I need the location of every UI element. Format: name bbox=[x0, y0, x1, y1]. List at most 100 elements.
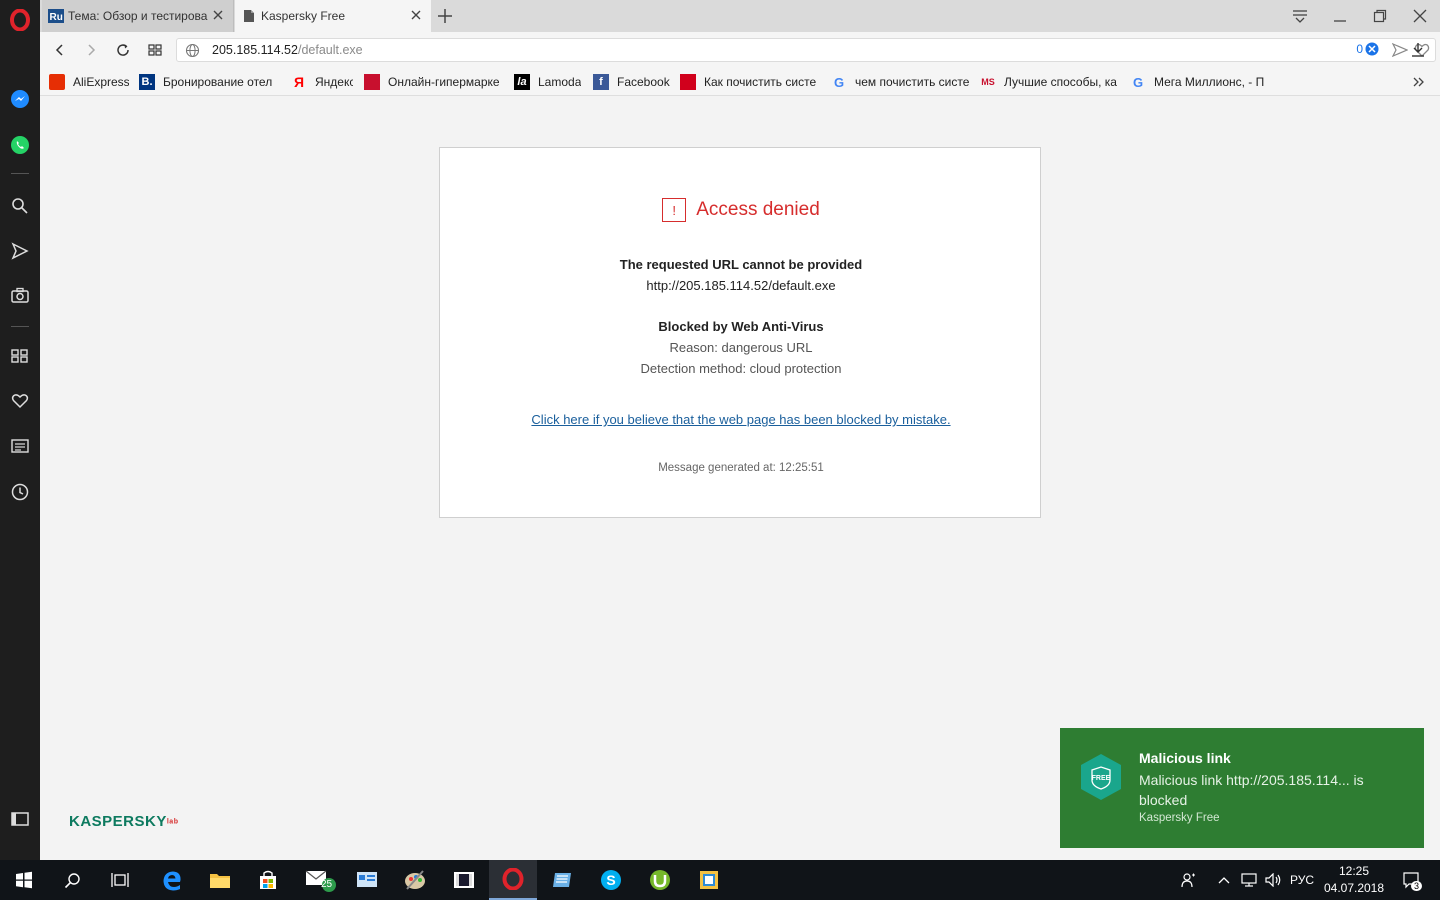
send-to-flow-icon[interactable] bbox=[1392, 43, 1408, 57]
flow-send-icon[interactable] bbox=[0, 233, 40, 269]
red-site-icon bbox=[680, 74, 696, 90]
reload-icon[interactable] bbox=[112, 39, 134, 61]
bookmark-label: Яндекс bbox=[315, 75, 353, 89]
bookmark-hypermarket[interactable]: Онлайн-гипермарке bbox=[364, 73, 500, 91]
close-tab-icon[interactable] bbox=[211, 8, 225, 22]
sidebar bbox=[0, 0, 40, 860]
svg-text:Ru: Ru bbox=[50, 12, 63, 23]
windows-taskbar: 25 S РУС 12:25 04.07.2018 3 bbox=[0, 860, 1440, 900]
tab-forum[interactable]: Ru Тема: Обзор и тестирова bbox=[42, 0, 234, 32]
new-tab-plus-icon[interactable] bbox=[435, 6, 455, 26]
task-view-icon[interactable] bbox=[96, 860, 144, 900]
minimize-icon[interactable] bbox=[1320, 0, 1360, 32]
bookmark-lamoda[interactable]: la Lamoda bbox=[514, 73, 584, 91]
bookmark-mega-millions[interactable]: G Мега Миллионс, - П bbox=[1130, 73, 1268, 91]
bookmark-best-ways[interactable]: MS Лучшие способы, ка bbox=[980, 73, 1118, 91]
news-icon[interactable] bbox=[0, 428, 40, 464]
bookmark-google-search[interactable]: G чем почистить систе bbox=[831, 73, 969, 91]
clock-time: 12:25 bbox=[1338, 864, 1370, 878]
yandex-icon: Я bbox=[293, 74, 305, 90]
facebook-icon: f bbox=[593, 74, 609, 90]
report-mistake-link[interactable]: Click here if you believe that the web p… bbox=[440, 412, 1042, 427]
logo-suffix: lab bbox=[166, 818, 179, 826]
file-explorer-folder-icon[interactable] bbox=[196, 860, 244, 900]
clock-date: 04.07.2018 bbox=[1323, 881, 1385, 895]
edge-browser-icon[interactable] bbox=[148, 860, 196, 900]
document-icon bbox=[241, 9, 257, 23]
store-bag-icon[interactable] bbox=[244, 860, 292, 900]
notes-app-icon[interactable] bbox=[538, 860, 586, 900]
kaspersky-logo: KASPERSKYlab bbox=[69, 813, 178, 830]
navigation-bar: 205.185.114.52/default.exe 0 bbox=[40, 32, 1440, 68]
bookmark-label: Lamoda bbox=[538, 75, 582, 89]
malicious-link-notification[interactable]: FREE Malicious link Malicious link http:… bbox=[1060, 728, 1424, 848]
opera-menu-icon[interactable] bbox=[0, 2, 40, 38]
downloads-icon[interactable] bbox=[1407, 39, 1429, 61]
history-clock-icon[interactable] bbox=[0, 474, 40, 510]
utorrent-icon[interactable] bbox=[636, 860, 684, 900]
document-viewer-icon[interactable] bbox=[685, 860, 733, 900]
google-icon: G bbox=[1132, 74, 1144, 90]
restore-icon[interactable] bbox=[1360, 0, 1400, 32]
tab-menu-icon[interactable] bbox=[1280, 0, 1320, 32]
logo-text: KASPERSKY bbox=[69, 813, 167, 830]
tab-kaspersky[interactable]: Kaspersky Free bbox=[235, 0, 431, 32]
control-panel-icon[interactable] bbox=[343, 860, 391, 900]
taskbar-search-icon[interactable] bbox=[48, 860, 96, 900]
opera-taskbar-icon[interactable] bbox=[489, 860, 537, 900]
address-bar[interactable]: 205.185.114.52/default.exe 0 bbox=[176, 38, 1436, 62]
bookmark-label: Как почистить систе bbox=[704, 75, 817, 89]
forward-arrow-icon[interactable] bbox=[80, 39, 102, 61]
url-text[interactable]: 205.185.114.52/default.exe bbox=[212, 43, 363, 57]
bookmarks-heart-icon[interactable] bbox=[0, 383, 40, 419]
adblock-counter[interactable]: 0 bbox=[1356, 42, 1379, 56]
bookmark-facebook[interactable]: f Facebook bbox=[593, 73, 671, 91]
bookmark-label: AliExpress bbox=[73, 75, 129, 89]
access-denied-header: ! Access denied bbox=[440, 198, 1042, 222]
globe-icon bbox=[185, 43, 200, 58]
notification-source: Kaspersky Free bbox=[1139, 812, 1220, 824]
close-tab-icon[interactable] bbox=[409, 8, 423, 22]
ru-board-icon: Ru bbox=[48, 9, 64, 23]
bookmark-aliexpress[interactable]: AliExpress bbox=[49, 73, 129, 91]
language-indicator[interactable]: РУС bbox=[1288, 860, 1316, 900]
paint-palette-icon[interactable] bbox=[391, 860, 439, 900]
volume-icon[interactable] bbox=[1262, 860, 1284, 900]
svg-text:S: S bbox=[606, 872, 615, 888]
bookmark-booking[interactable]: B. Бронирование отел bbox=[139, 73, 277, 91]
search-icon[interactable] bbox=[0, 188, 40, 224]
ms-icon: MS bbox=[981, 77, 995, 87]
start-windows-icon[interactable] bbox=[0, 860, 48, 900]
tabs-grid-icon[interactable] bbox=[144, 39, 166, 61]
action-center-icon[interactable]: 3 bbox=[1396, 860, 1426, 900]
tray-chevron-up-icon[interactable] bbox=[1214, 860, 1234, 900]
network-icon[interactable] bbox=[1238, 860, 1260, 900]
sidebar-toggle-icon[interactable] bbox=[0, 801, 40, 837]
bookmark-clean-system[interactable]: Как почистить систе bbox=[680, 73, 818, 91]
requested-url: http://205.185.114.52/default.exe bbox=[646, 278, 836, 293]
mail-app-icon[interactable]: 25 bbox=[296, 860, 344, 900]
bookmark-label: Онлайн-гипермарке bbox=[388, 75, 500, 89]
mail-unread-badge: 25 bbox=[321, 879, 333, 890]
more-bookmarks-chevron-icon[interactable] bbox=[1412, 76, 1426, 88]
whatsapp-icon[interactable] bbox=[0, 127, 40, 163]
kaspersky-free-shield-icon: FREE bbox=[1081, 754, 1121, 800]
google-icon: G bbox=[833, 74, 845, 90]
bookmark-label: чем почистить систе bbox=[855, 75, 969, 89]
speed-dial-icon[interactable] bbox=[0, 338, 40, 374]
taskbar-clock[interactable]: 12:25 04.07.2018 bbox=[1318, 863, 1390, 897]
bookmark-yandex[interactable]: Я Яндекс bbox=[291, 73, 353, 91]
page-title: Access denied bbox=[696, 199, 820, 220]
snapshot-camera-icon[interactable] bbox=[0, 277, 40, 313]
sidebar-separator bbox=[11, 326, 29, 327]
shield-badge-text: FREE bbox=[1092, 775, 1111, 782]
notification-count-badge: 3 bbox=[1411, 881, 1423, 891]
messenger-icon[interactable] bbox=[0, 81, 40, 117]
close-window-icon[interactable] bbox=[1400, 0, 1440, 32]
skype-icon[interactable]: S bbox=[587, 860, 635, 900]
url-path: /default.exe bbox=[297, 43, 363, 57]
bookmark-label: Лучшие способы, ка bbox=[1004, 75, 1117, 89]
video-editor-icon[interactable] bbox=[440, 860, 488, 900]
back-arrow-icon[interactable] bbox=[49, 39, 71, 61]
people-icon[interactable] bbox=[1176, 860, 1202, 900]
